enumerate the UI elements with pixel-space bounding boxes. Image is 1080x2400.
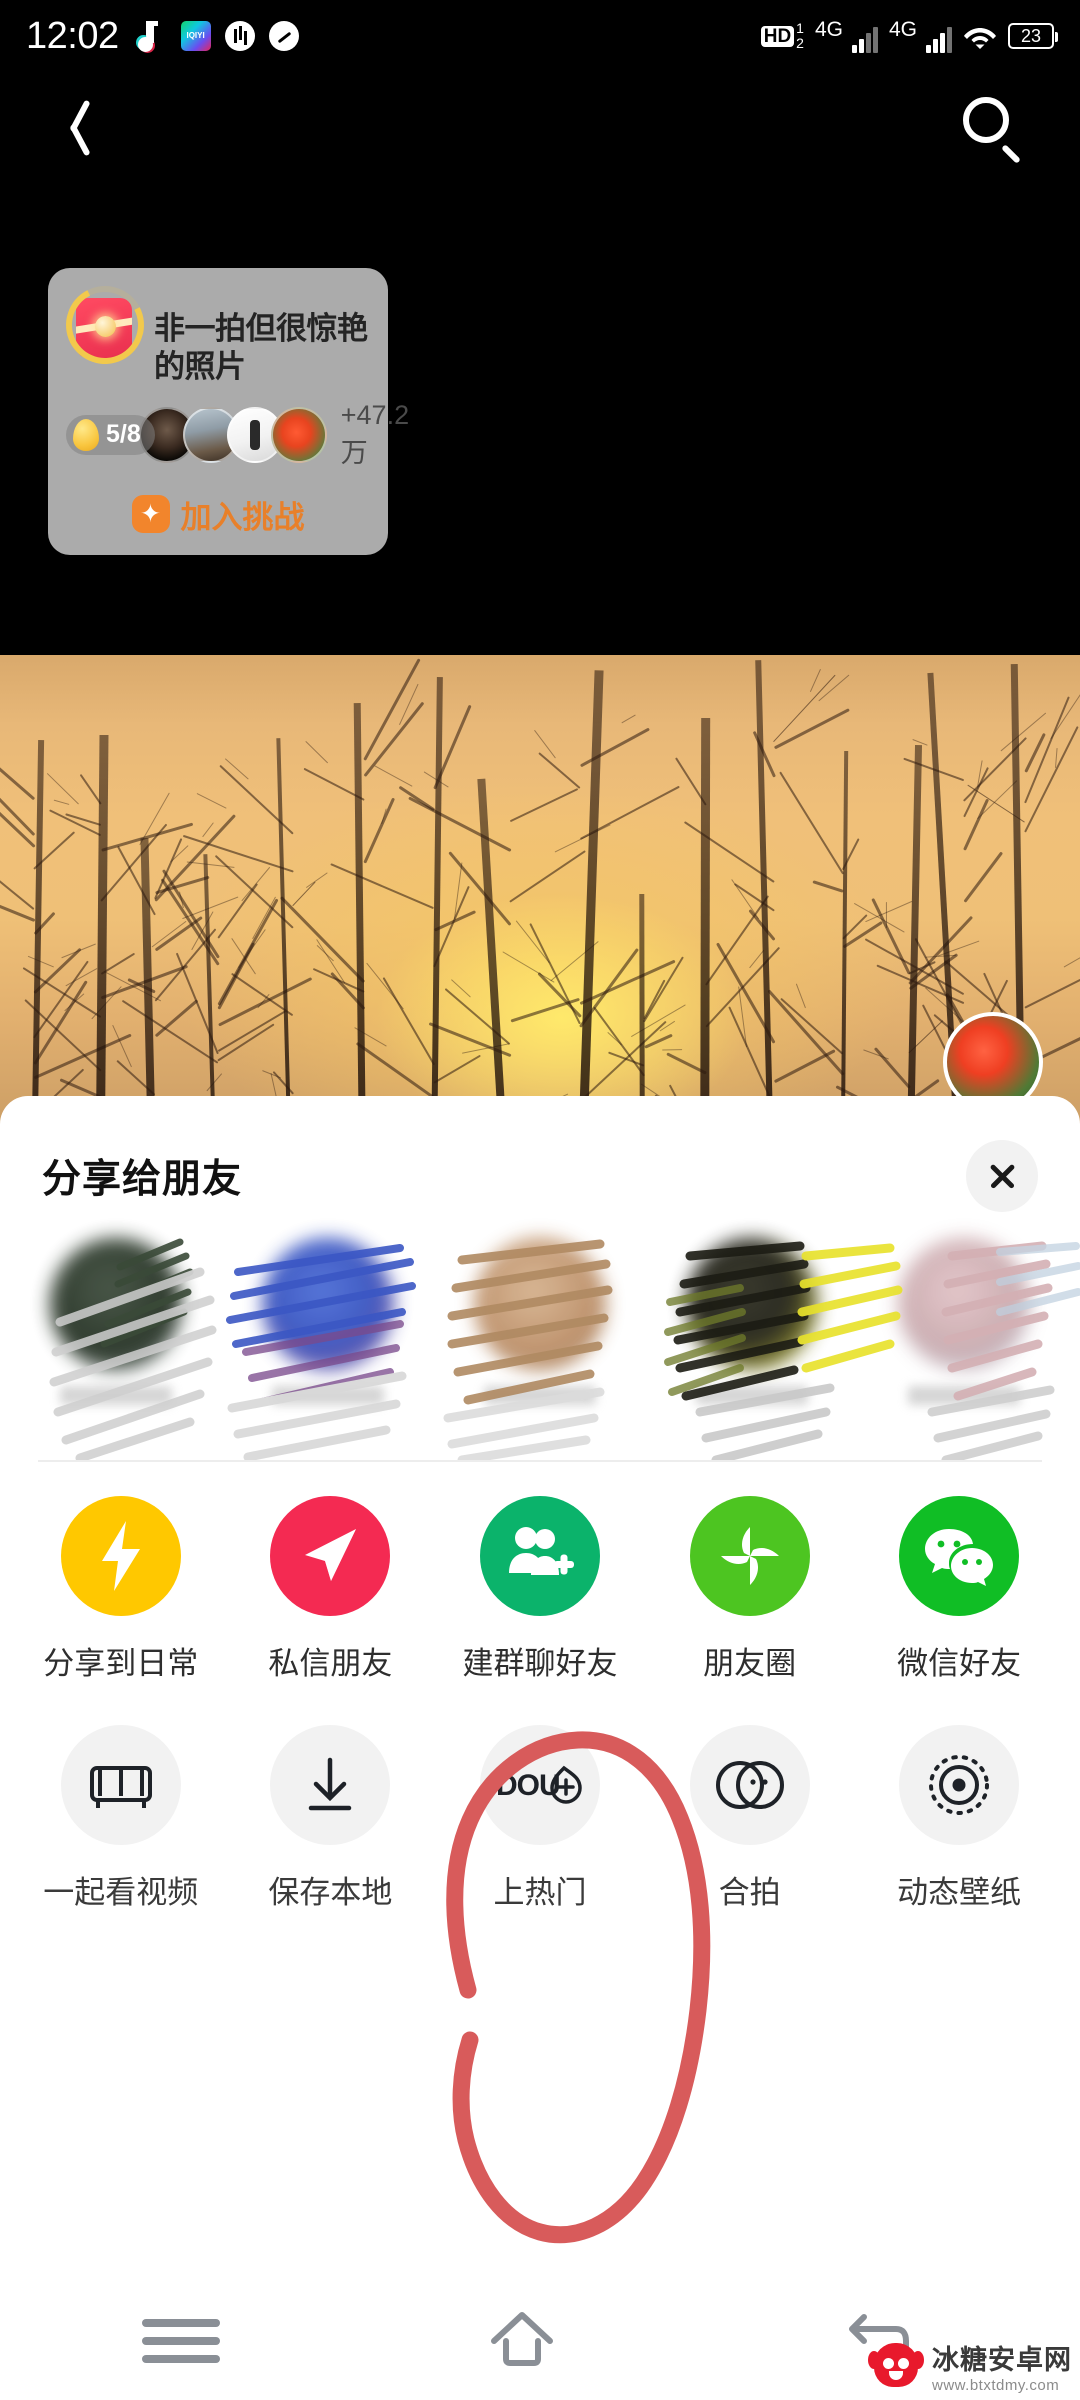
signal-sim1-icon: 4G — [815, 19, 878, 53]
share-action-row-2: 一起看视频 保存本地 DOU 上热门 合拍 动态壁纸 — [0, 1725, 1080, 1912]
share-action-grid: 分享到日常 私信朋友 建群聊好友 朋友圈 微信好友 一起看视频 保存本地 DOU… — [0, 1462, 1080, 1912]
paper-plane-icon — [270, 1496, 391, 1616]
challenge-progress-badge: 5/8 — [66, 414, 155, 455]
challenge-title: 非一拍但很惊艳的照片 — [154, 311, 368, 384]
join-challenge-button[interactable]: 加入挑战 — [66, 492, 370, 541]
share-option-label: 合拍 — [718, 1875, 781, 1910]
share-option-dm[interactable]: 私信朋友 — [237, 1496, 423, 1683]
hd-voice-icon: HD 1 2 — [760, 20, 804, 51]
download-arrow-icon — [270, 1725, 391, 1845]
friend-suggestions-row — [0, 1212, 1080, 1460]
close-icon[interactable] — [966, 1140, 1038, 1212]
join-challenge-label: 加入挑战 — [180, 499, 305, 535]
watermark-url: www.btxtdmy.com — [932, 2377, 1060, 2394]
share-option-label: 分享到日常 — [43, 1646, 199, 1681]
qzone-aperture-icon — [689, 1496, 810, 1616]
friend-item[interactable] — [18, 1238, 214, 1405]
back-chevron-icon[interactable] — [55, 96, 111, 158]
share-sheet-header: 分享给朋友 — [0, 1096, 1080, 1212]
equalizer-icon — [224, 21, 255, 51]
hd-sim2: 2 — [796, 35, 804, 51]
friend-item[interactable] — [442, 1238, 638, 1405]
share-option-label: 保存本地 — [268, 1875, 393, 1910]
site-watermark: 冰糖安卓网 www.btxtdmy.com — [868, 2338, 1072, 2394]
share-action-row-1: 分享到日常 私信朋友 建群聊好友 朋友圈 微信好友 — [0, 1496, 1080, 1683]
red-gift-icon — [55, 275, 155, 375]
hd-label: HD — [760, 25, 795, 47]
share-option-moments[interactable]: 朋友圈 — [657, 1496, 843, 1683]
join-sparkle-icon — [131, 495, 170, 534]
share-bottom-sheet: 分享给朋友 分享到日常 私信朋友 建群聊好友 朋友圈 微信好友 一起看视频 保存… — [0, 1096, 1080, 2276]
search-icon[interactable] — [961, 95, 1025, 164]
share-option-label: 建群聊好友 — [462, 1646, 618, 1681]
sofa-icon — [60, 1725, 181, 1845]
status-system-icons: HD 1 2 4G 4G 23 — [760, 19, 1058, 53]
network-type-1: 4G — [814, 18, 843, 41]
lightning-bolt-icon — [60, 1496, 181, 1616]
signal-sim2-icon: 4G — [889, 19, 952, 53]
share-option-daily[interactable]: 分享到日常 — [28, 1496, 214, 1683]
top-navigation-bar — [0, 72, 1080, 182]
participant-avatars — [138, 406, 327, 463]
friend-item[interactable] — [866, 1238, 1062, 1405]
watermark-site-name: 冰糖安卓网 — [932, 2345, 1072, 2375]
share-option-save-local[interactable]: 保存本地 — [237, 1725, 423, 1912]
battery-level: 23 — [1020, 26, 1042, 46]
menu-icon[interactable] — [120, 2303, 240, 2373]
share-option-create-group[interactable]: 建群聊好友 — [447, 1496, 633, 1683]
share-option-promote[interactable]: DOU 上热门 — [447, 1725, 633, 1912]
challenge-card[interactable]: 非一拍但很惊艳的照片 5/8 +47.2万 加入挑战 — [48, 268, 409, 555]
watermark-logo-icon — [868, 2341, 924, 2391]
challenge-progress: 5/8 — [106, 420, 141, 449]
iqiyi-icon: IQIYI — [180, 21, 211, 51]
hd-sim1: 1 — [796, 20, 804, 37]
share-option-label: 微信好友 — [897, 1646, 1022, 1681]
share-sheet-title: 分享给朋友 — [42, 1158, 243, 1201]
wifi-icon — [963, 23, 997, 49]
wechat-icon — [899, 1496, 1020, 1616]
share-option-label: 上热门 — [493, 1875, 587, 1910]
friend-item[interactable] — [654, 1238, 850, 1405]
share-option-label: 一起看视频 — [43, 1875, 199, 1910]
share-option-watch-together[interactable]: 一起看视频 — [28, 1725, 214, 1912]
share-option-wechat[interactable]: 微信好友 — [866, 1496, 1052, 1683]
share-option-duet[interactable]: 合拍 — [657, 1725, 843, 1912]
share-option-label: 私信朋友 — [268, 1646, 393, 1681]
status-time: 12:02 — [26, 14, 119, 57]
speed-icon — [268, 21, 299, 51]
live-wallpaper-icon — [899, 1725, 1020, 1845]
status-notification-icons: IQIYI — [135, 20, 299, 53]
dou-plus-icon: DOU — [479, 1725, 600, 1845]
challenge-header: 非一拍但很惊艳的照片 — [55, 275, 370, 386]
share-option-label: 朋友圈 — [703, 1646, 797, 1681]
share-option-label: 动态壁纸 — [897, 1875, 1022, 1910]
home-icon[interactable] — [480, 2303, 600, 2373]
network-type-2: 4G — [888, 18, 917, 41]
tiktok-icon — [135, 20, 167, 53]
share-option-live-wallpaper[interactable]: 动态壁纸 — [866, 1725, 1052, 1912]
challenge-meta: 5/8 +47.2万 — [66, 400, 409, 470]
friend-item[interactable] — [230, 1238, 426, 1405]
status-bar: 12:02 IQIYI HD 1 2 4G 4G 23 — [0, 0, 1080, 72]
video-player-background[interactable] — [0, 0, 1080, 1240]
add-person-icon — [479, 1496, 600, 1616]
svg-text:DOU: DOU — [496, 1769, 560, 1802]
participant-count: +47.2万 — [340, 399, 410, 468]
duet-circles-icon — [689, 1725, 810, 1845]
avatar — [270, 406, 327, 463]
golden-egg-icon — [73, 418, 99, 451]
battery-icon: 23 — [1008, 23, 1058, 49]
